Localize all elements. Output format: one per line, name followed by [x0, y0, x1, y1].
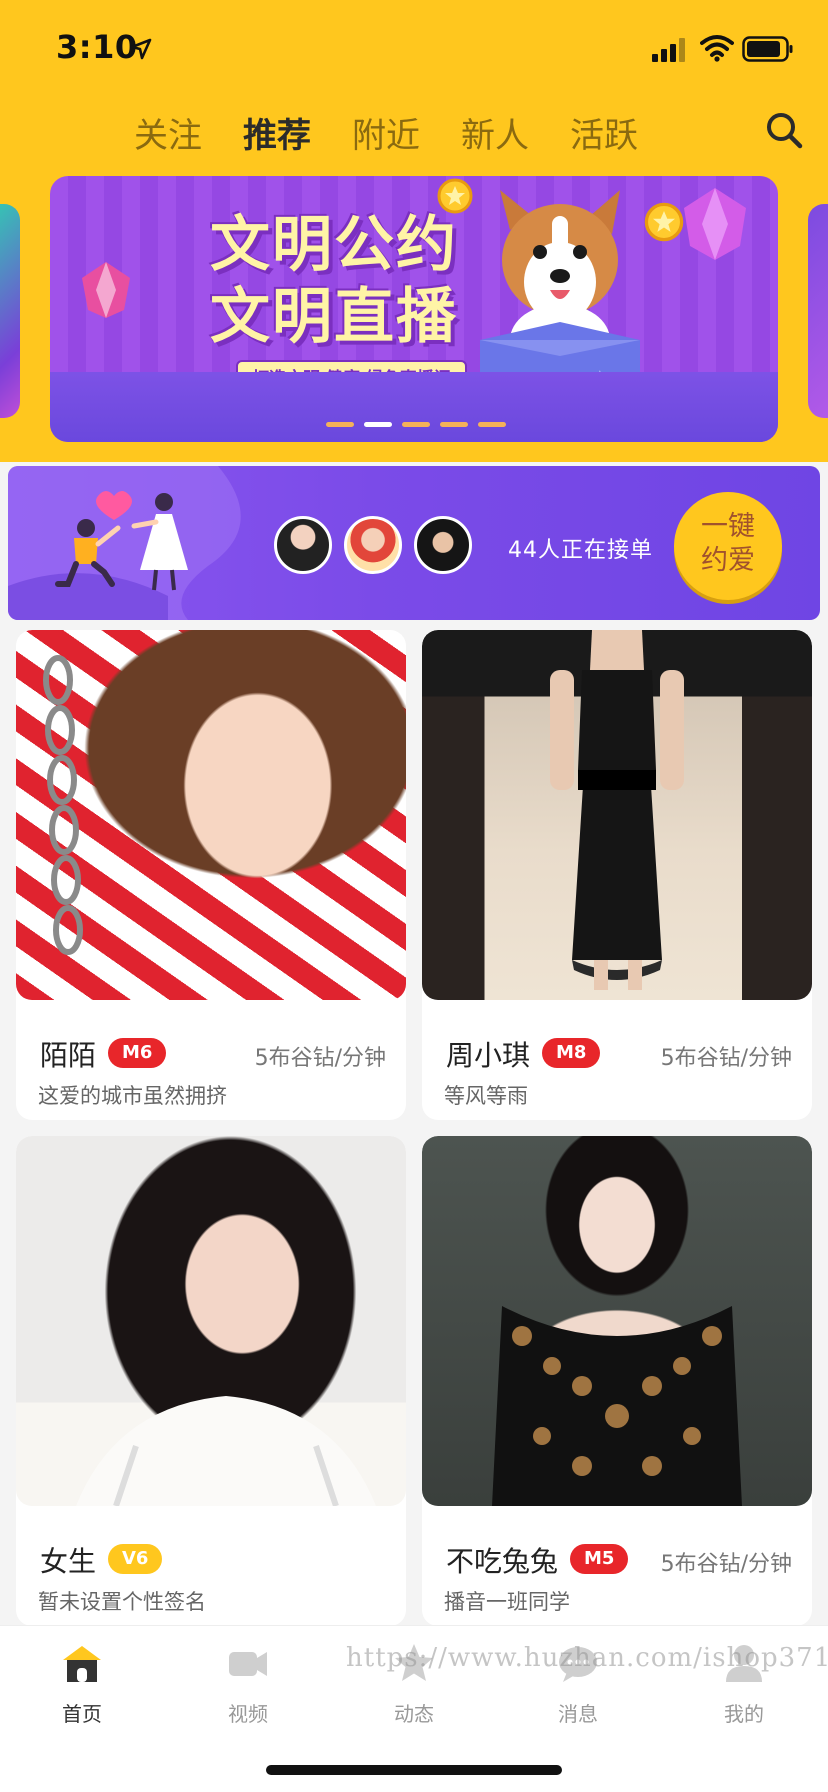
avatar[interactable]: [414, 516, 472, 574]
host-card[interactable]: 陌陌 M6 5布谷钻/分钟 这爱的城市虽然拥挤: [16, 630, 406, 1120]
carousel-dot[interactable]: [478, 422, 506, 427]
host-card[interactable]: 周小琪 M8 5布谷钻/分钟 等风等雨: [422, 630, 812, 1120]
level-badge: V6: [108, 1544, 163, 1574]
carousel-dot[interactable]: [326, 422, 354, 427]
host-photo: [422, 630, 812, 1000]
host-card[interactable]: 不吃兔兔 M5 5布谷钻/分钟 播音一班同学: [422, 1136, 812, 1626]
host-name: 周小琪: [446, 1039, 531, 1072]
tabbar-video[interactable]: 视频: [188, 1640, 308, 1750]
battery-icon: [742, 36, 793, 62]
host-photo: [422, 1136, 812, 1506]
carousel-dot-active[interactable]: [364, 422, 392, 427]
status-bar: 3:10: [0, 0, 828, 100]
tab-follow[interactable]: 关注: [134, 108, 202, 157]
host-signature: 等风等雨: [444, 1084, 528, 1108]
level-badge: M5: [570, 1544, 629, 1574]
carousel-dots: [326, 422, 576, 432]
online-count-text: 44人正在接单: [508, 538, 653, 563]
embroidered-gown: [492, 1306, 742, 1506]
host-name: 陌陌: [40, 1039, 97, 1072]
tab-recommend[interactable]: 推荐: [243, 108, 311, 157]
host-card[interactable]: 女生 V6 暂未设置个性签名: [16, 1136, 406, 1626]
quick-date-button-line2: 约爱: [701, 545, 755, 576]
quick-date-banner[interactable]: 44人正在接单 一键 约爱: [8, 466, 820, 620]
sweater-shape: [76, 1396, 376, 1506]
carousel-prev-slide[interactable]: [0, 204, 20, 418]
status-time: 3:10: [56, 28, 138, 66]
host-name: 不吃兔兔: [446, 1545, 559, 1578]
carousel-dot[interactable]: [440, 422, 468, 427]
quick-date-button-line1: 一键: [701, 511, 755, 542]
tab-active[interactable]: 活跃: [570, 108, 638, 157]
location-arrow-icon: [130, 38, 152, 60]
home-indicator[interactable]: [266, 1765, 562, 1775]
tabbar-label: 动态: [394, 1702, 434, 1726]
cellular-signal-icon: [652, 38, 685, 62]
tabbar-label: 消息: [558, 1702, 598, 1726]
couple-illustration: [8, 466, 241, 620]
black-dress-figure: [550, 630, 684, 990]
level-badge: M6: [108, 1038, 167, 1068]
video-icon: [229, 1652, 267, 1676]
tab-newcomers[interactable]: 新人: [461, 108, 529, 157]
search-icon[interactable]: [764, 110, 804, 150]
host-signature: 播音一班同学: [444, 1590, 570, 1614]
watermark: https://www.huzhan.com/ishop37141: [346, 1643, 828, 1673]
banner-slide[interactable]: 文明公约 文明直播 打造文明 健康 绿色直播间 ★ ★ ★: [50, 176, 778, 442]
tabbar-label: 首页: [62, 1702, 102, 1726]
price-rate: 5布谷钻/分钟: [254, 1046, 386, 1071]
app-screen: 3:10 关注 推荐 附近 新人 活跃 文明公约 文明直播 44人正在接单 一键…: [0, 0, 828, 1792]
host-photo: [16, 630, 406, 1000]
quick-date-button[interactable]: 一键 约爱: [674, 492, 782, 600]
avatar[interactable]: [344, 516, 402, 574]
carousel-dot[interactable]: [402, 422, 430, 427]
balloon-decoration: [82, 262, 130, 318]
tab-nearby[interactable]: 附近: [352, 108, 420, 157]
banner-title-line2: 文明直播: [210, 282, 458, 352]
host-signature: 这爱的城市虽然拥挤: [38, 1084, 227, 1108]
tabbar-label: 我的: [724, 1702, 764, 1726]
host-signature: 暂未设置个性签名: [38, 1590, 206, 1614]
price-rate: 5布谷钻/分钟: [660, 1046, 792, 1071]
header: 3:10 关注 推荐 附近 新人 活跃 文明公约 文明直播: [0, 0, 828, 462]
tabbar-home[interactable]: 首页: [22, 1640, 142, 1750]
price-rate: 5布谷钻/分钟: [660, 1552, 792, 1577]
level-badge: M8: [542, 1038, 601, 1068]
swing-chain: [43, 655, 83, 955]
wifi-icon: [700, 35, 734, 62]
tabbar-label: 视频: [228, 1702, 268, 1726]
host-photo: [16, 1136, 406, 1506]
balloon-decoration: [684, 188, 746, 260]
top-tabs: 关注 推荐 附近 新人 活跃: [0, 108, 828, 168]
home-icon: [63, 1646, 101, 1682]
carousel-next-slide[interactable]: [808, 204, 828, 418]
host-name: 女生: [40, 1545, 97, 1578]
avatar[interactable]: [274, 516, 332, 574]
